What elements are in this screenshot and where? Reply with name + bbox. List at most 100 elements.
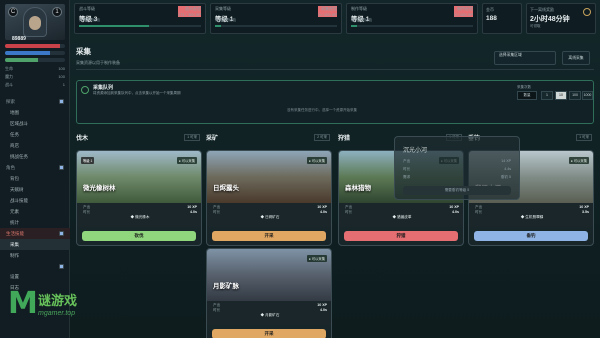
loot-label: ◆ 猎兽皮革 (392, 215, 412, 219)
count-input[interactable]: 数量 (517, 91, 537, 100)
player-stat: 生命 100 (5, 66, 65, 71)
card-progress (215, 25, 337, 27)
sidebar-item[interactable]: 地图 (0, 107, 70, 118)
locked-resource-card: 沉光小河 产出 14 XP 时长 4.4s 需求 垂钓 5 需要垂钓等级 5 (394, 136, 520, 200)
status-badge: ● 可以采集 (306, 157, 327, 164)
coins-label: 金币 (486, 7, 494, 12)
card-right: 制作经验 0 / 100 XP (454, 6, 473, 17)
watermark-mark: M (8, 286, 38, 321)
count-label: 采集次数 (517, 85, 531, 89)
queue-title: 采集队列 (93, 85, 114, 91)
card-progress (351, 25, 473, 27)
sidebar-item[interactable]: 天赋树 (0, 184, 70, 195)
card-sub: 制作所需经验 (351, 18, 372, 22)
count-option-1[interactable]: 1 (541, 91, 553, 100)
sidebar-item[interactable]: 任务 (0, 129, 70, 140)
loot-label: ◆ 微光橡木 (130, 215, 150, 219)
coins-value: 188 (486, 15, 497, 22)
offline-gather-button[interactable]: 离线采集 (562, 51, 590, 65)
sidebar-item[interactable]: 设置 (0, 271, 70, 282)
resource-name: 微光橡树林 (83, 185, 116, 192)
region-select[interactable]: 选择采集区域 (494, 51, 556, 65)
crafting-level-card[interactable]: 制作等级 等级 1 制作经验 0 / 100 XP 制作所需经验 (346, 3, 478, 34)
resource-info: 产出 10 XP 时长 4.0s ◆ 日烬矿石 (207, 203, 331, 227)
game-window: { "player": {"level_badge_left": "C", "l… (0, 0, 600, 338)
timer-value: 2小时48分钟 (530, 16, 570, 23)
gather-action-button[interactable]: 开采 (212, 231, 326, 241)
card-right: 战斗经验 171 / 300 XP (177, 6, 201, 17)
resource-card[interactable]: ● 可以采集 月影矿脉 产出 10 XP 时长 4.0s ◆ 月影矿石 开采 (206, 248, 332, 338)
top-status-bar: 战斗等级 等级 3 战斗经验 171 / 300 XP 升级所需经验 采集等级 等… (74, 3, 596, 36)
gather-action-button[interactable]: 垂钓 (474, 231, 588, 241)
locked-button: 需要垂钓等级 5 (403, 186, 511, 195)
face-shape (29, 16, 41, 30)
vital-bars (5, 44, 65, 65)
card-right: 采集经验 0 / 100 XP (318, 6, 337, 17)
avatar[interactable]: C 1 89889 (5, 4, 65, 40)
gather-queue-panel: 采集队列 将资源添加到采集队列中，点击采集以开始一个采集周期 没有采集任务进行中… (76, 80, 594, 124)
count-option-1000[interactable]: 1000 (582, 91, 593, 100)
gather-action-button[interactable]: 狩猎 (344, 231, 458, 241)
card-progress (79, 25, 201, 27)
column-mining: 采矿 2 可采 (206, 133, 332, 143)
timer-sub: 可领取 (530, 24, 541, 28)
resource-info: 产出 10 XP 时长 4.0s ◆ 微光橡木 (77, 203, 201, 227)
gather-action-button[interactable]: 砍伐 (82, 231, 196, 241)
queue-icon (81, 86, 89, 94)
collapse-icon (59, 231, 64, 236)
xp-bar (5, 58, 65, 62)
mp-bar (5, 51, 65, 55)
sidebar-item[interactable]: 统计 (0, 217, 70, 228)
level-badge: 1 (52, 7, 62, 17)
collapse-icon (59, 264, 64, 269)
nav-section-header[interactable]: 探索 (0, 96, 70, 107)
nav-section-header[interactable]: 生活技能 (0, 228, 70, 239)
player-name: 89889 (12, 36, 26, 40)
card-sub: 升级所需经验 (79, 18, 100, 22)
watermark-logo: M 谜游戏 mgamer.top (4, 286, 134, 334)
player-stat: 魔力 100 (5, 74, 65, 79)
column-woodcutting: 伐木 1 可采 (76, 133, 202, 143)
sidebar-item[interactable]: 战斗技能 (0, 195, 70, 206)
loot-label: ◆ 生机翡翠鳞 (520, 215, 544, 219)
resource-card[interactable]: ● 可以采集 等级 1 微光橡树林产出 10 XP 时长 4.0s ◆ 微光橡木砍伐 (76, 150, 202, 246)
collapse-icon (59, 165, 64, 170)
count-option-10[interactable]: 10 (555, 91, 567, 100)
resource-info: 产出 10 XP 时长 3.5s ◆ 生机翡翠鳞 (469, 203, 593, 227)
collapse-icon (59, 99, 64, 104)
sidebar-item[interactable]: 区域战斗 (0, 118, 70, 129)
hp-bar (5, 44, 65, 48)
status-badge: ● 可以采集 (176, 157, 197, 164)
nav-section-header[interactable]: 角色 (0, 162, 70, 173)
gathering-level-card[interactable]: 采集等级 等级 1 采集经验 0 / 100 XP 采集所需经验 (210, 3, 342, 34)
nav-section-header[interactable] (0, 261, 70, 271)
page-header: 采集 采集资源以用于制作装备 选择采集区域 离线采集 (76, 46, 594, 70)
locked-row: 产出 14 XP (403, 159, 511, 163)
locked-name: 沉光小河 (403, 148, 428, 154)
sidebar-item[interactable]: 背包 (0, 173, 70, 184)
combat-level-card[interactable]: 战斗等级 等级 3 战斗经验 171 / 300 XP 升级所需经验 (74, 3, 206, 34)
level-badge: 等级 1 (81, 157, 95, 164)
sidebar-item[interactable]: 元素 (0, 206, 70, 217)
sidebar-item[interactable]: 挑战任务 (0, 151, 70, 162)
loot-label: ◆ 日烬矿石 (260, 215, 280, 219)
offline-timer-card[interactable]: 下一离线奖励 2小时48分钟 可领取 (526, 3, 596, 34)
player-stat: 战斗 1 (5, 82, 65, 87)
resource-card[interactable]: ● 可以采集 日烬露头 产出 10 XP 时长 4.0s ◆ 日烬矿石 开采 (206, 150, 332, 246)
loot-label: ◆ 月影矿石 (260, 313, 280, 317)
resource-name: 森林猎物 (345, 185, 371, 192)
locked-row: 时长 4.4s (403, 167, 511, 171)
resource-info: 产出 10 XP 时长 4.0s ◆ 月影矿石 (207, 301, 331, 325)
gather-action-button[interactable]: 开采 (212, 329, 326, 338)
sidebar-item[interactable]: 制作 (0, 250, 70, 261)
sidebar-item[interactable]: 商店 (0, 140, 70, 151)
clock-icon (583, 8, 591, 16)
sidebar-item[interactable]: 采集 (0, 239, 70, 250)
watermark-en: mgamer.top (38, 310, 76, 317)
queue-empty-text: 没有采集任务进行中。选择一个资源开始采集 (287, 108, 357, 112)
status-badge: ● 可以采集 (568, 157, 589, 164)
count-option-100[interactable]: 100 (569, 91, 581, 100)
status-badge: ● 可以采集 (306, 255, 327, 262)
player-stats: 生命 100 魔力 100 战斗 1 (5, 66, 65, 90)
watermark-cn: 谜游戏 (38, 293, 78, 308)
